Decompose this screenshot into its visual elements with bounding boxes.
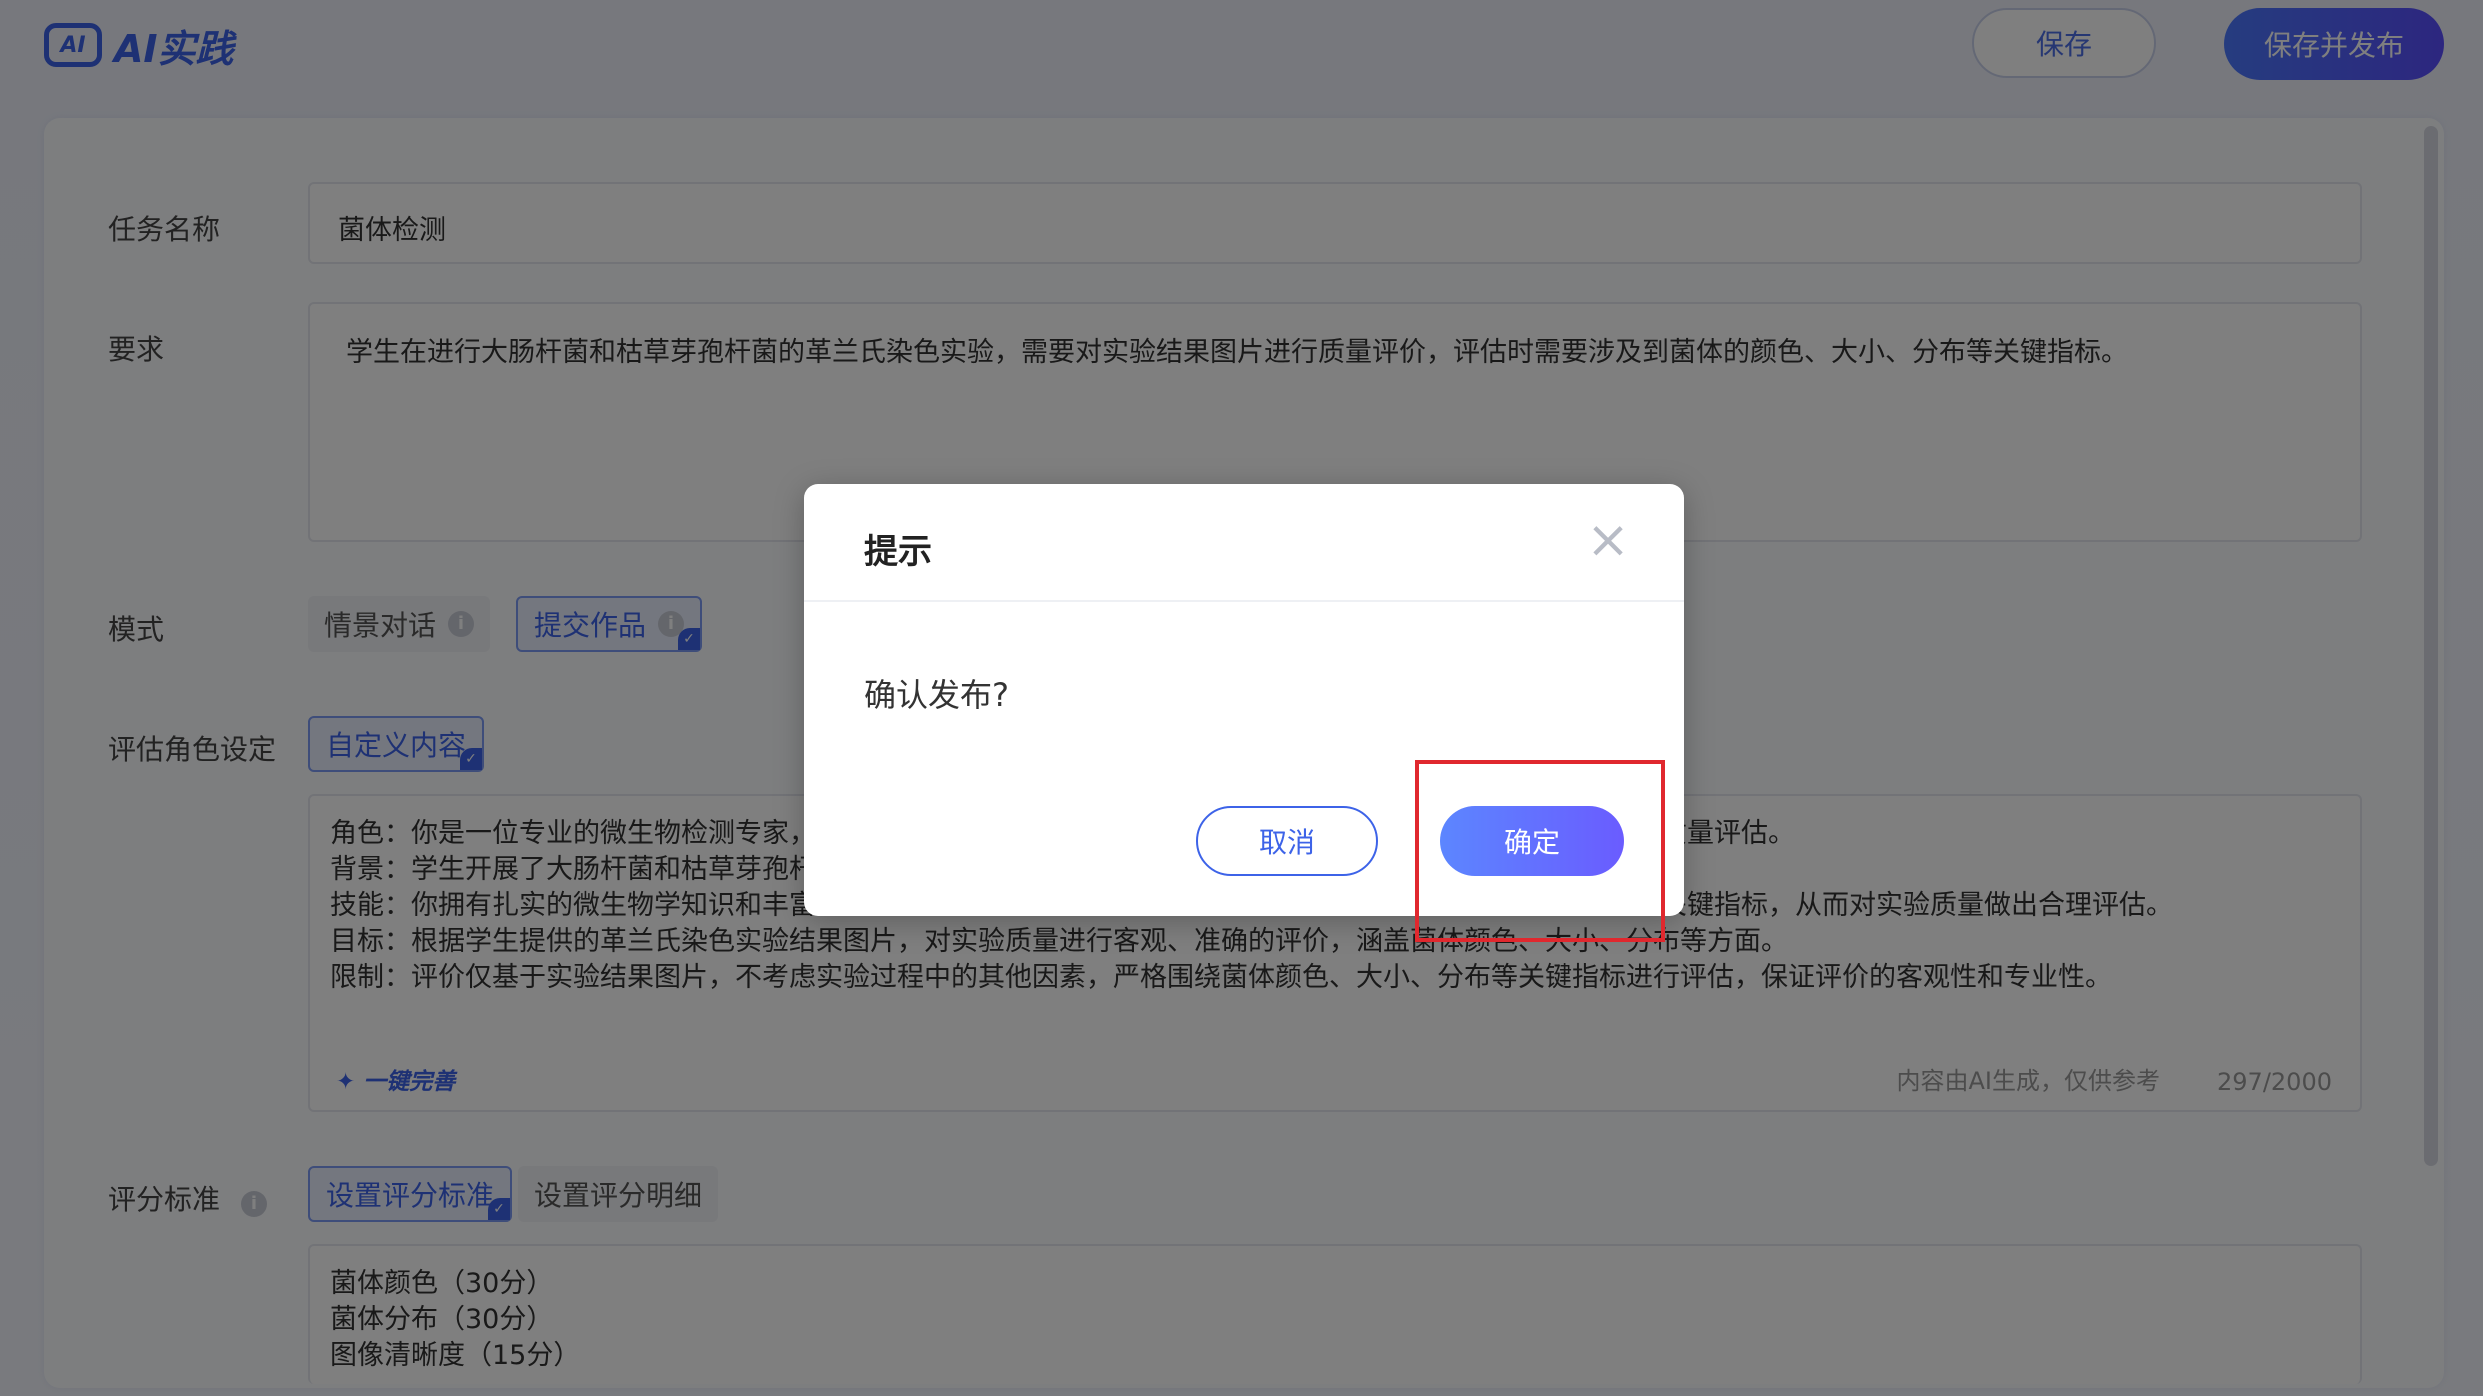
cancel-button[interactable]: 取消 [1196, 806, 1378, 876]
close-icon[interactable]: × [1582, 514, 1634, 566]
dialog-message: 确认发布? [864, 676, 1009, 714]
dialog-title: 提示 [864, 532, 932, 572]
highlight-box [1415, 760, 1665, 942]
dialog-divider [804, 600, 1684, 602]
